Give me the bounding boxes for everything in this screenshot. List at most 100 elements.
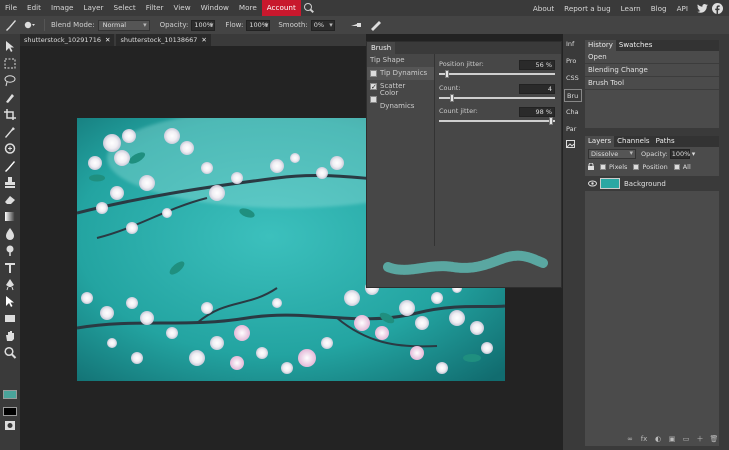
panel-icon-css[interactable]: CSS (564, 72, 582, 85)
color-dynamics-checkbox[interactable] (370, 96, 377, 103)
menu-edit[interactable]: Edit (22, 0, 46, 16)
count-jitter-slider-track[interactable] (439, 120, 555, 122)
count-jitter-slider-handle[interactable] (548, 117, 553, 125)
foreground-color-swatch[interactable] (3, 390, 17, 399)
path-select-tool-icon[interactable] (3, 295, 17, 308)
hand-tool-icon[interactable] (3, 329, 17, 342)
document-tab[interactable]: shutterstock_10291716 ✕ (20, 34, 115, 46)
link-layers-icon[interactable]: ∞ (625, 435, 635, 444)
document-tab[interactable]: shutterstock_10138667 ✕ (116, 34, 211, 46)
scatter-checkbox[interactable] (370, 81, 377, 94)
lock-all-checkbox[interactable] (673, 164, 680, 170)
lasso-tool-icon[interactable] (3, 74, 17, 87)
brush-option-color-dynamics[interactable]: Color Dynamics (367, 89, 434, 110)
adjustment-layer-icon[interactable]: ◐ (653, 435, 663, 444)
visibility-eye-icon[interactable] (588, 179, 597, 188)
tab-paths[interactable]: Paths (653, 136, 678, 147)
menu-more[interactable]: More (234, 0, 262, 16)
menu-image[interactable]: Image (46, 0, 79, 16)
tab-channels[interactable]: Channels (614, 136, 652, 147)
type-tool-icon[interactable] (3, 261, 17, 274)
crop-tool-icon[interactable] (3, 108, 17, 121)
count-slider-track[interactable] (439, 97, 555, 99)
search-icon[interactable] (301, 0, 315, 16)
new-group-icon[interactable]: ▭ (681, 435, 691, 444)
menu-file[interactable]: File (0, 0, 22, 16)
eraser-tool-icon[interactable] (3, 193, 17, 206)
background-color-swatch[interactable] (3, 407, 17, 416)
shape-tool-icon[interactable] (3, 312, 17, 325)
tab-layers[interactable]: Layers (585, 136, 615, 147)
eyedropper-tool-icon[interactable] (3, 125, 17, 138)
chevron-down-icon[interactable]: ▾ (692, 150, 696, 158)
marquee-tool-icon[interactable] (3, 57, 17, 70)
blur-tool-icon[interactable] (3, 227, 17, 240)
panel-icon-paragraph[interactable]: Par (564, 123, 582, 136)
panel-icon-character[interactable]: Cha (564, 106, 582, 119)
brush-option-tip-shape[interactable]: Tip Shape (367, 54, 434, 67)
count-input[interactable]: 4 (519, 84, 555, 94)
layer-row[interactable]: Background (585, 176, 719, 191)
position-jitter-slider-track[interactable] (439, 73, 555, 75)
airbrush-icon[interactable] (349, 18, 363, 32)
quick-select-tool-icon[interactable] (3, 91, 17, 104)
quick-mask-icon[interactable] (3, 419, 17, 432)
tab-history[interactable]: History (585, 40, 616, 51)
trash-icon[interactable]: 🗑 (709, 435, 719, 444)
menu-layer[interactable]: Layer (78, 0, 108, 16)
panel-icon-properties[interactable]: Pro (564, 55, 582, 68)
history-item[interactable]: Blending Change (585, 64, 719, 77)
position-jitter-input[interactable]: 56 % (519, 60, 555, 70)
menu-window[interactable]: Window (196, 0, 234, 16)
position-jitter-slider-handle[interactable] (444, 70, 449, 78)
close-icon[interactable]: ✕ (105, 34, 110, 46)
flow-input[interactable]: 100% (246, 19, 271, 31)
new-layer-icon[interactable]: ＋ (695, 435, 705, 444)
menu-view[interactable]: View (169, 0, 196, 16)
layer-blend-mode-select[interactable]: Dissolve (588, 149, 636, 159)
link-learn[interactable]: Learn (616, 4, 646, 13)
layer-name[interactable]: Background (624, 180, 666, 188)
lock-position-checkbox[interactable] (633, 164, 640, 170)
count-jitter-input[interactable]: 98 % (519, 107, 555, 117)
layers-footer: ∞ fx ◐ ▣ ▭ ＋ 🗑 (625, 435, 723, 444)
image-panel-icon[interactable] (564, 140, 582, 153)
layer-mask-icon[interactable]: ▣ (667, 435, 677, 444)
menu-filter[interactable]: Filter (141, 0, 169, 16)
brush-tool-side-icon[interactable] (3, 159, 17, 172)
tab-swatches[interactable]: Swatches (616, 40, 655, 51)
count-slider-handle[interactable] (450, 94, 455, 102)
brush-tool-icon[interactable] (4, 18, 18, 32)
history-item[interactable]: Open (585, 51, 719, 64)
history-item[interactable]: Brush Tool (585, 77, 719, 90)
zoom-tool-icon[interactable] (3, 346, 17, 359)
brush-preset-icon[interactable] (22, 18, 36, 32)
link-api[interactable]: API (672, 4, 693, 13)
gradient-tool-icon[interactable] (3, 210, 17, 223)
pen-tool-icon[interactable] (3, 278, 17, 291)
link-blog[interactable]: Blog (646, 4, 672, 13)
facebook-icon[interactable] (711, 2, 723, 14)
brush-panel-title[interactable]: Brush (367, 42, 396, 54)
menu-select[interactable]: Select (109, 0, 141, 16)
dodge-tool-icon[interactable] (3, 244, 17, 257)
stamp-tool-icon[interactable] (3, 176, 17, 189)
move-tool-icon[interactable] (3, 40, 17, 53)
layer-opacity-input[interactable]: 100% (669, 149, 690, 159)
link-about[interactable]: About (528, 4, 559, 13)
link-report-bug[interactable]: Report a bug (559, 4, 615, 13)
lock-pixels-checkbox[interactable] (600, 164, 606, 170)
layer-effects-icon[interactable]: fx (639, 435, 649, 444)
close-icon[interactable]: ✕ (201, 34, 206, 46)
tip-dynamics-checkbox[interactable] (370, 70, 377, 77)
brush-option-tip-dynamics[interactable]: Tip Dynamics (367, 67, 434, 80)
healing-tool-icon[interactable] (3, 142, 17, 155)
blend-mode-select[interactable]: Normal (97, 19, 150, 31)
twitter-icon[interactable] (696, 2, 708, 14)
panel-icon-info[interactable]: Inf (564, 38, 582, 51)
opacity-input[interactable]: 100% (191, 19, 216, 31)
smooth-input[interactable]: 0% (310, 19, 335, 31)
pressure-icon[interactable] (369, 18, 383, 32)
panel-icon-brush[interactable]: Bru (564, 89, 582, 102)
menu-account[interactable]: Account (261, 0, 301, 16)
